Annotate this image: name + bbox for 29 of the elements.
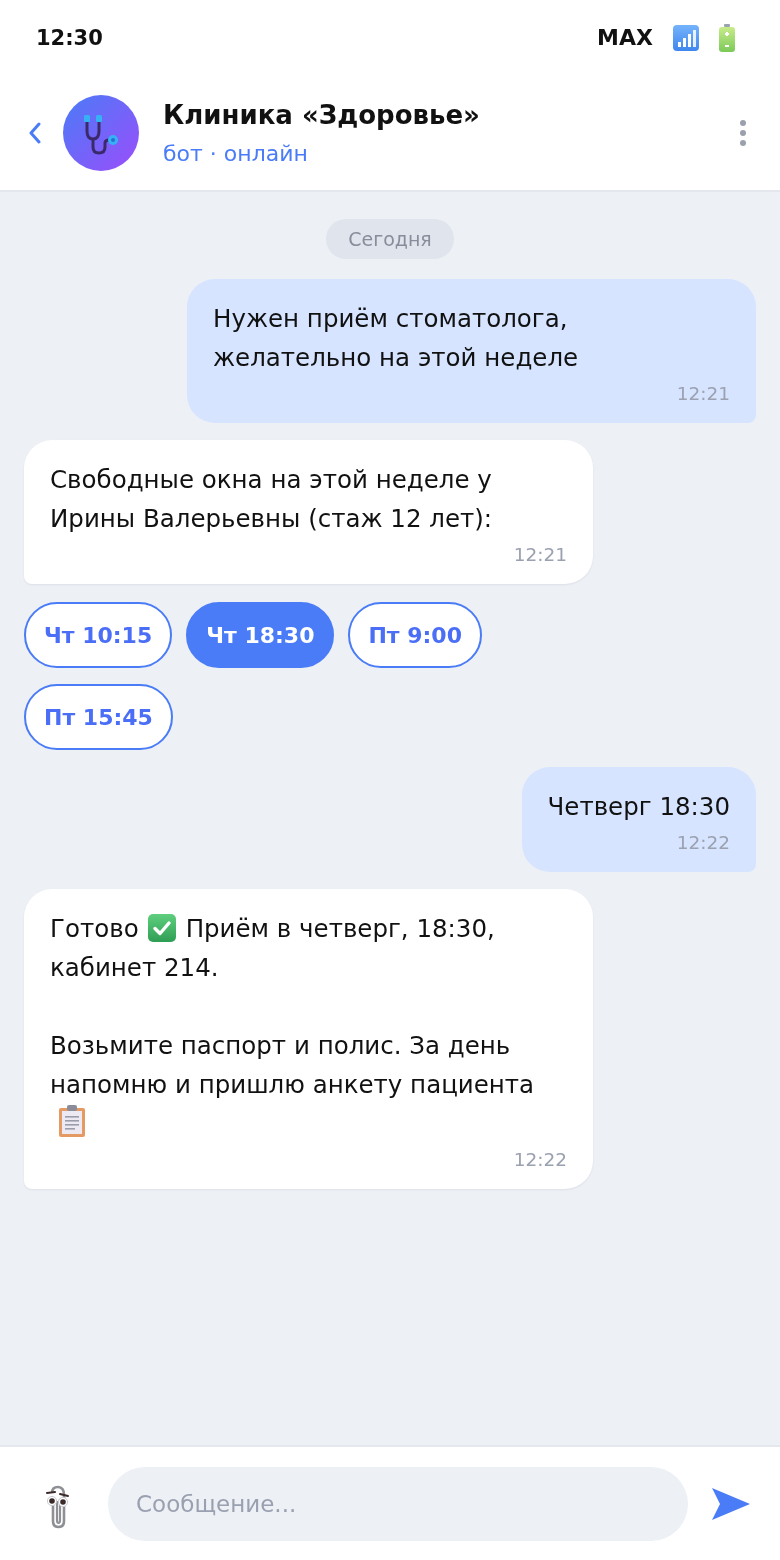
battery-icon bbox=[719, 23, 735, 52]
message-input[interactable]: Сообщение... bbox=[108, 1466, 688, 1541]
message-text: Четверг 18:30 bbox=[547, 791, 730, 823]
send-icon[interactable] bbox=[712, 1487, 750, 1520]
carrier-name: MAX bbox=[597, 25, 653, 50]
chat-title: Клиника «Здоровье» bbox=[163, 98, 480, 132]
message-text: Готово bbox=[50, 914, 139, 943]
time-slot-button[interactable]: Пт 9:00 bbox=[348, 602, 482, 668]
signal-icon bbox=[673, 24, 699, 51]
message-time: 12:22 bbox=[676, 831, 730, 855]
time-slot-button[interactable]: Пт 15:45 bbox=[24, 684, 173, 750]
time-slot-button[interactable]: Чт 18:30 bbox=[186, 602, 335, 668]
check-mark-icon bbox=[147, 914, 176, 942]
message-time: 12:21 bbox=[513, 543, 567, 567]
message-text: Нужен приём стоматолога, желательно на этой неделе bbox=[213, 303, 580, 374]
stethoscope-icon bbox=[63, 94, 139, 171]
date-separator: Сегодня bbox=[326, 219, 454, 259]
message-time: 12:21 bbox=[676, 382, 730, 406]
clipboard-icon bbox=[59, 1105, 85, 1137]
message-time: 12:22 bbox=[513, 1148, 567, 1172]
time-slot-button[interactable]: Чт 10:15 bbox=[24, 602, 173, 668]
back-icon[interactable] bbox=[29, 121, 41, 144]
more-options-icon[interactable] bbox=[739, 118, 747, 147]
message-text: кабинет 214. bbox=[50, 953, 219, 982]
status-time: 12:30 bbox=[36, 25, 103, 50]
message-text: Свободные окна на этой неделе у Ирины Валерьевны (стаж 12 лет): bbox=[50, 464, 494, 535]
message-text: Возьмите паспорт и полис. За день напомню и пришлю анкету пациента bbox=[50, 1031, 535, 1099]
chat-status: бот · онлайн bbox=[163, 139, 308, 168]
message-text: Приём в четверг, 18:30, bbox=[185, 914, 495, 943]
